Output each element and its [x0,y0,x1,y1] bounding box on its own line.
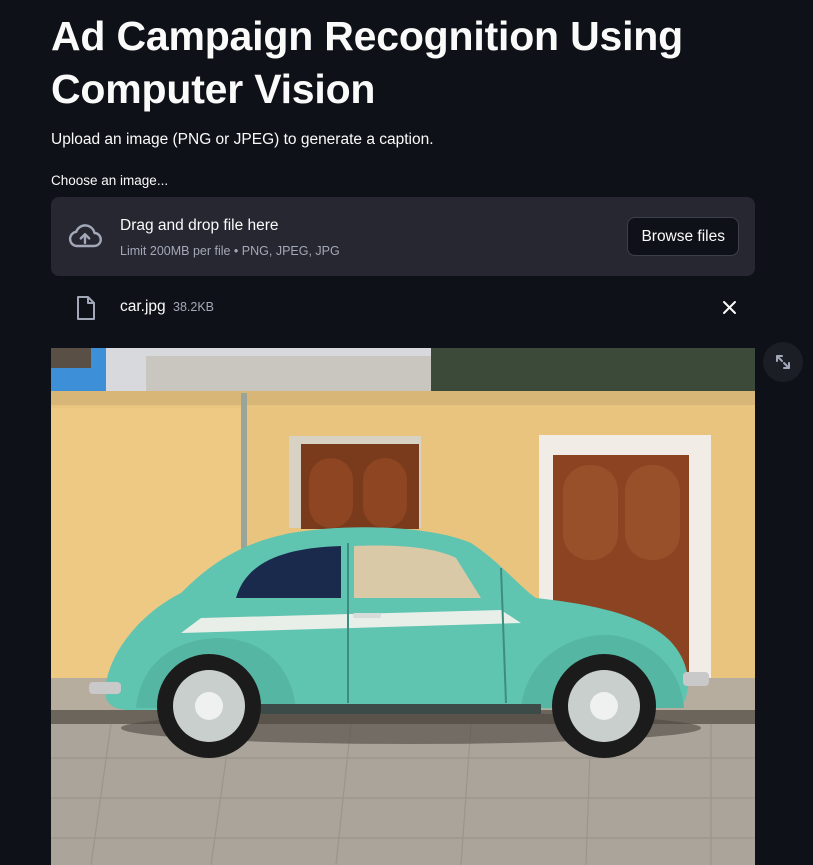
browse-files-button[interactable]: Browse files [627,217,739,256]
page-title: Ad Campaign Recognition Using Computer V… [51,13,683,112]
uploaded-file-name: car.jpg [120,298,166,315]
file-dropzone[interactable]: Drag and drop file here Limit 200MB per … [51,197,755,276]
dropzone-file-limit: Limit 200MB per file • PNG, JPEG, JPG [120,244,340,258]
uploaded-image-preview [51,348,755,865]
uploaded-file-size: 38.2KB [173,300,215,314]
uploaded-file-item: car.jpg 38.2KB [51,290,755,326]
file-icon [77,296,95,320]
file-uploader-label: Choose an image... [51,173,169,188]
expand-icon [776,355,790,369]
page-subtitle: Upload an image (PNG or JPEG) to generat… [51,131,434,148]
fullscreen-button[interactable] [763,342,803,382]
cloud-upload-icon [68,224,102,248]
close-icon[interactable] [721,299,738,316]
dropzone-instructions: Drag and drop file here [120,217,279,234]
